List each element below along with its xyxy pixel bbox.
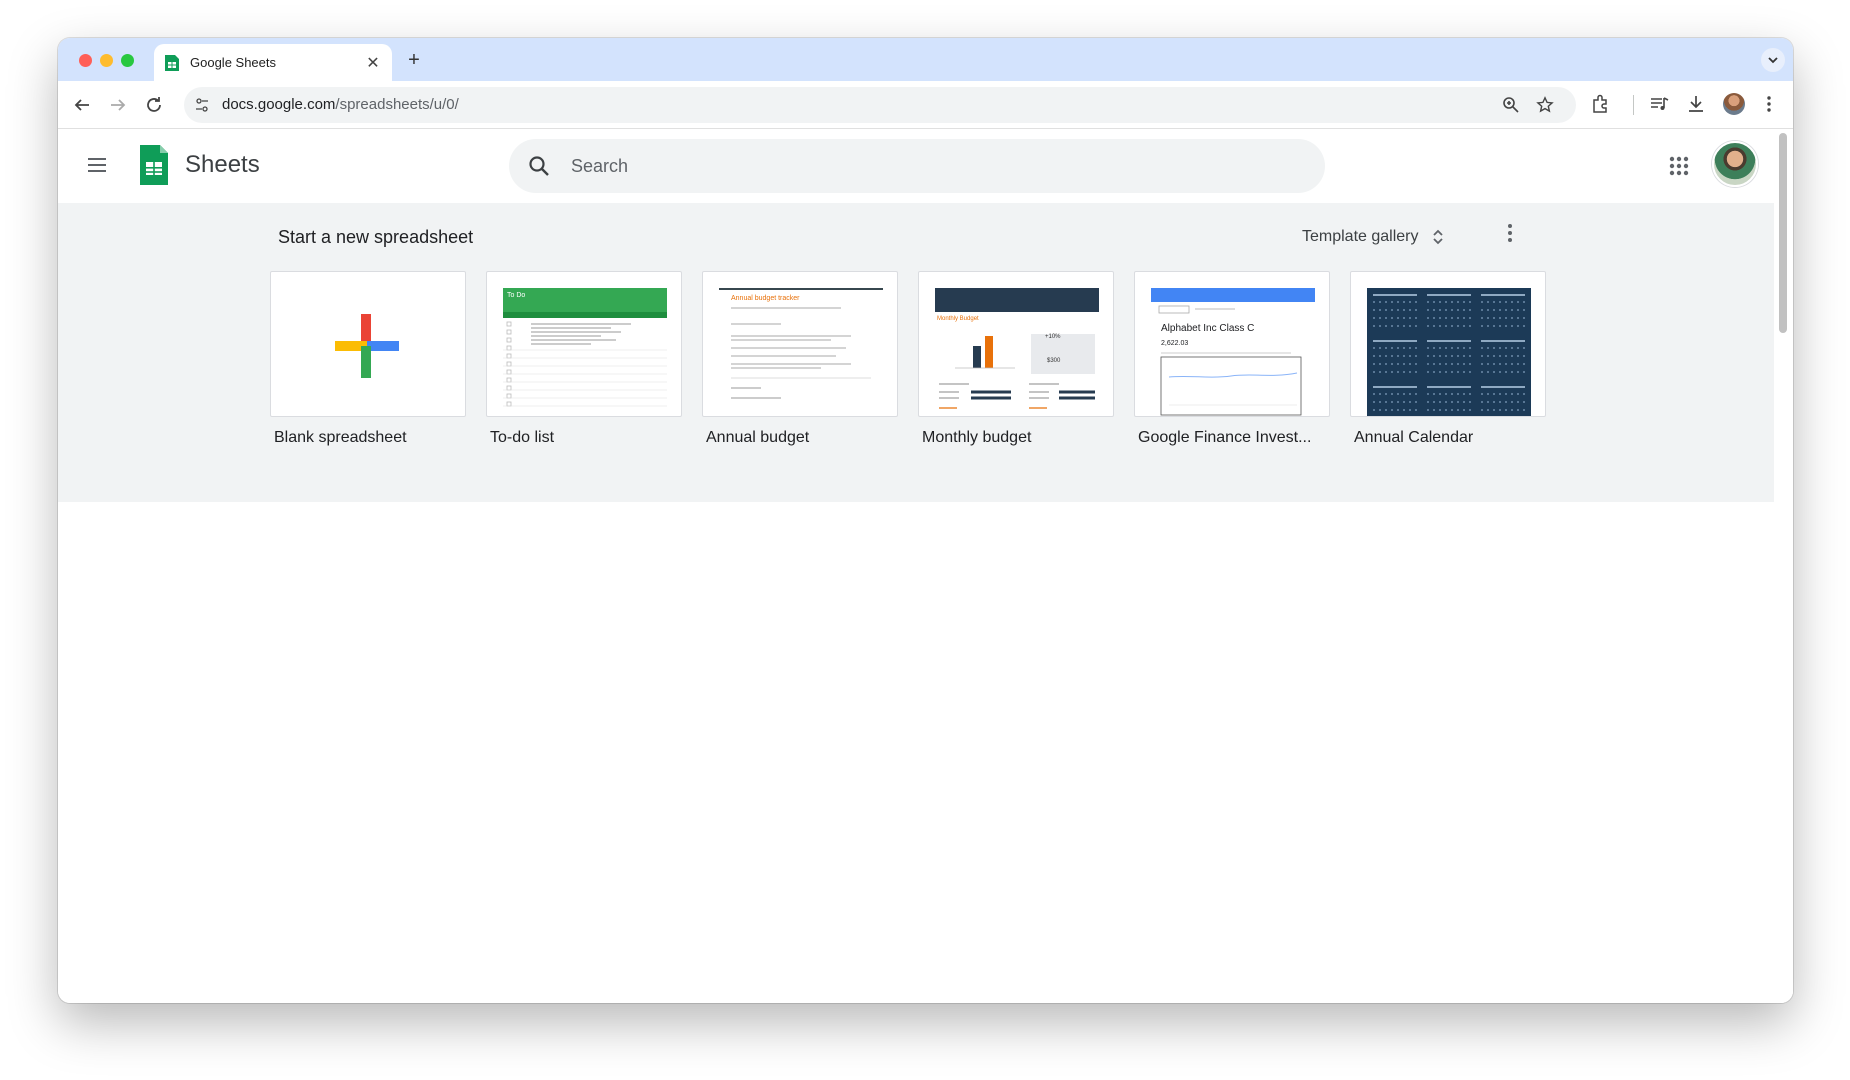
monthly-budget-preview-amount: $300 (1047, 358, 1061, 364)
browser-window: Google Sheets ✕ + docs.google.com/spread… (58, 38, 1793, 1003)
page-content: Sheets Start a new spreadsheet Te (58, 129, 1793, 1003)
template-gallery-label: Template gallery (1302, 228, 1419, 245)
new-tab-button[interactable]: + (402, 48, 426, 72)
template-label: Annual Calendar (1354, 429, 1474, 446)
template-card-todo[interactable]: To Do To-do list (486, 271, 682, 447)
maximize-window-button[interactable] (121, 54, 134, 67)
google-apps-icon[interactable] (1667, 154, 1691, 178)
address-bar[interactable]: docs.google.com/spreadsheets/u/0/ (184, 87, 1576, 123)
browser-tab[interactable]: Google Sheets ✕ (154, 44, 392, 81)
main-menu-icon[interactable] (85, 153, 109, 177)
zoom-icon[interactable] (1502, 96, 1520, 114)
finance-preview-chart (1160, 352, 1302, 416)
url-host: docs.google.com (222, 96, 336, 113)
monthly-budget-preview-chart (939, 334, 1095, 409)
sheets-favicon-icon (165, 54, 179, 71)
app-name[interactable]: Sheets (185, 151, 260, 179)
url-path: /spreadsheets/u/0/ (335, 96, 459, 113)
unfold-icon (1432, 229, 1443, 245)
back-arrow-icon[interactable] (70, 93, 94, 117)
todo-preview-header: To Do (503, 288, 667, 312)
more-options-icon[interactable] (1498, 221, 1522, 245)
chevron-down-icon (1768, 57, 1778, 64)
template-label: To-do list (490, 429, 555, 446)
template-label: Blank spreadsheet (274, 429, 407, 446)
template-card-annual-calendar[interactable]: Annual Calendar (1350, 271, 1546, 447)
template-label: Google Finance Invest... (1138, 429, 1312, 446)
template-section: Start a new spreadsheet Template gallery (58, 203, 1774, 502)
template-thumbnail (1350, 271, 1546, 417)
finance-preview-topline (1158, 305, 1235, 314)
browser-profile-avatar[interactable] (1723, 93, 1745, 115)
template-thumbnail: Alphabet Inc Class C 2,622.03 (1134, 271, 1330, 417)
template-card-google-finance[interactable]: Alphabet Inc Class C 2,622.03 Google Fin… (1134, 271, 1330, 447)
calendar-preview (1367, 288, 1531, 416)
annual-budget-preview-title: Annual budget tracker (731, 295, 800, 302)
scrollbar-thumb[interactable] (1779, 133, 1787, 333)
template-label: Annual budget (706, 429, 810, 446)
site-settings-icon[interactable] (194, 97, 210, 113)
template-thumbnail (270, 271, 466, 417)
finance-preview-company: Alphabet Inc Class C (1161, 323, 1255, 334)
annual-budget-preview: Annual budget tracker (719, 288, 883, 416)
download-icon[interactable] (1685, 93, 1707, 115)
calendar-preview-grid (1373, 294, 1525, 411)
extensions-icon[interactable] (1590, 93, 1612, 115)
toolbar-separator (1633, 95, 1634, 115)
monthly-budget-preview: Monthly Budget +10% $300 (935, 288, 1099, 416)
todo-preview: To Do (503, 288, 667, 416)
close-window-button[interactable] (79, 54, 92, 67)
tab-title: Google Sheets (190, 55, 277, 70)
tab-close-icon[interactable]: ✕ (364, 53, 382, 73)
media-controls-icon[interactable] (1648, 93, 1670, 115)
tab-search-button[interactable] (1761, 48, 1785, 72)
forward-arrow-icon[interactable] (106, 93, 130, 117)
template-card-annual-budget[interactable]: Annual budget tracker Annual budget (702, 271, 898, 447)
sheets-logo-icon[interactable] (138, 143, 170, 187)
minimize-window-button[interactable] (100, 54, 113, 67)
bookmark-star-icon[interactable] (1536, 96, 1554, 114)
colorful-plus-icon (335, 314, 399, 378)
page-scrollbar[interactable] (1774, 129, 1793, 1003)
monthly-budget-preview-pct: +10% (1045, 334, 1061, 340)
url-text[interactable]: docs.google.com/spreadsheets/u/0/ (222, 96, 459, 113)
account-avatar[interactable] (1712, 141, 1758, 187)
template-thumbnail: Monthly Budget +10% $300 (918, 271, 1114, 417)
search-bar[interactable] (509, 139, 1325, 193)
template-label: Monthly budget (922, 429, 1032, 446)
todo-preview-rows (503, 321, 667, 407)
annual-budget-preview-lines (731, 307, 871, 399)
browser-toolbar: docs.google.com/spreadsheets/u/0/ (58, 81, 1793, 129)
browser-menu-icon[interactable] (1758, 93, 1780, 115)
section-title: Start a new spreadsheet (278, 227, 474, 247)
template-thumbnail: Annual budget tracker (702, 271, 898, 417)
template-gallery-button[interactable]: Template gallery (1288, 217, 1459, 257)
reload-icon[interactable] (142, 93, 166, 117)
template-thumbnail: To Do (486, 271, 682, 417)
search-input[interactable] (571, 139, 1271, 193)
search-icon[interactable] (527, 154, 551, 178)
finance-preview-value: 2,622.03 (1161, 340, 1189, 347)
template-card-blank[interactable]: Blank spreadsheet (270, 271, 466, 447)
app-header: Sheets (58, 129, 1774, 203)
tab-strip: Google Sheets ✕ + (58, 38, 1793, 81)
finance-preview: Alphabet Inc Class C 2,622.03 (1151, 288, 1315, 416)
template-card-monthly-budget[interactable]: Monthly Budget +10% $300 Monthly budget (918, 271, 1114, 447)
